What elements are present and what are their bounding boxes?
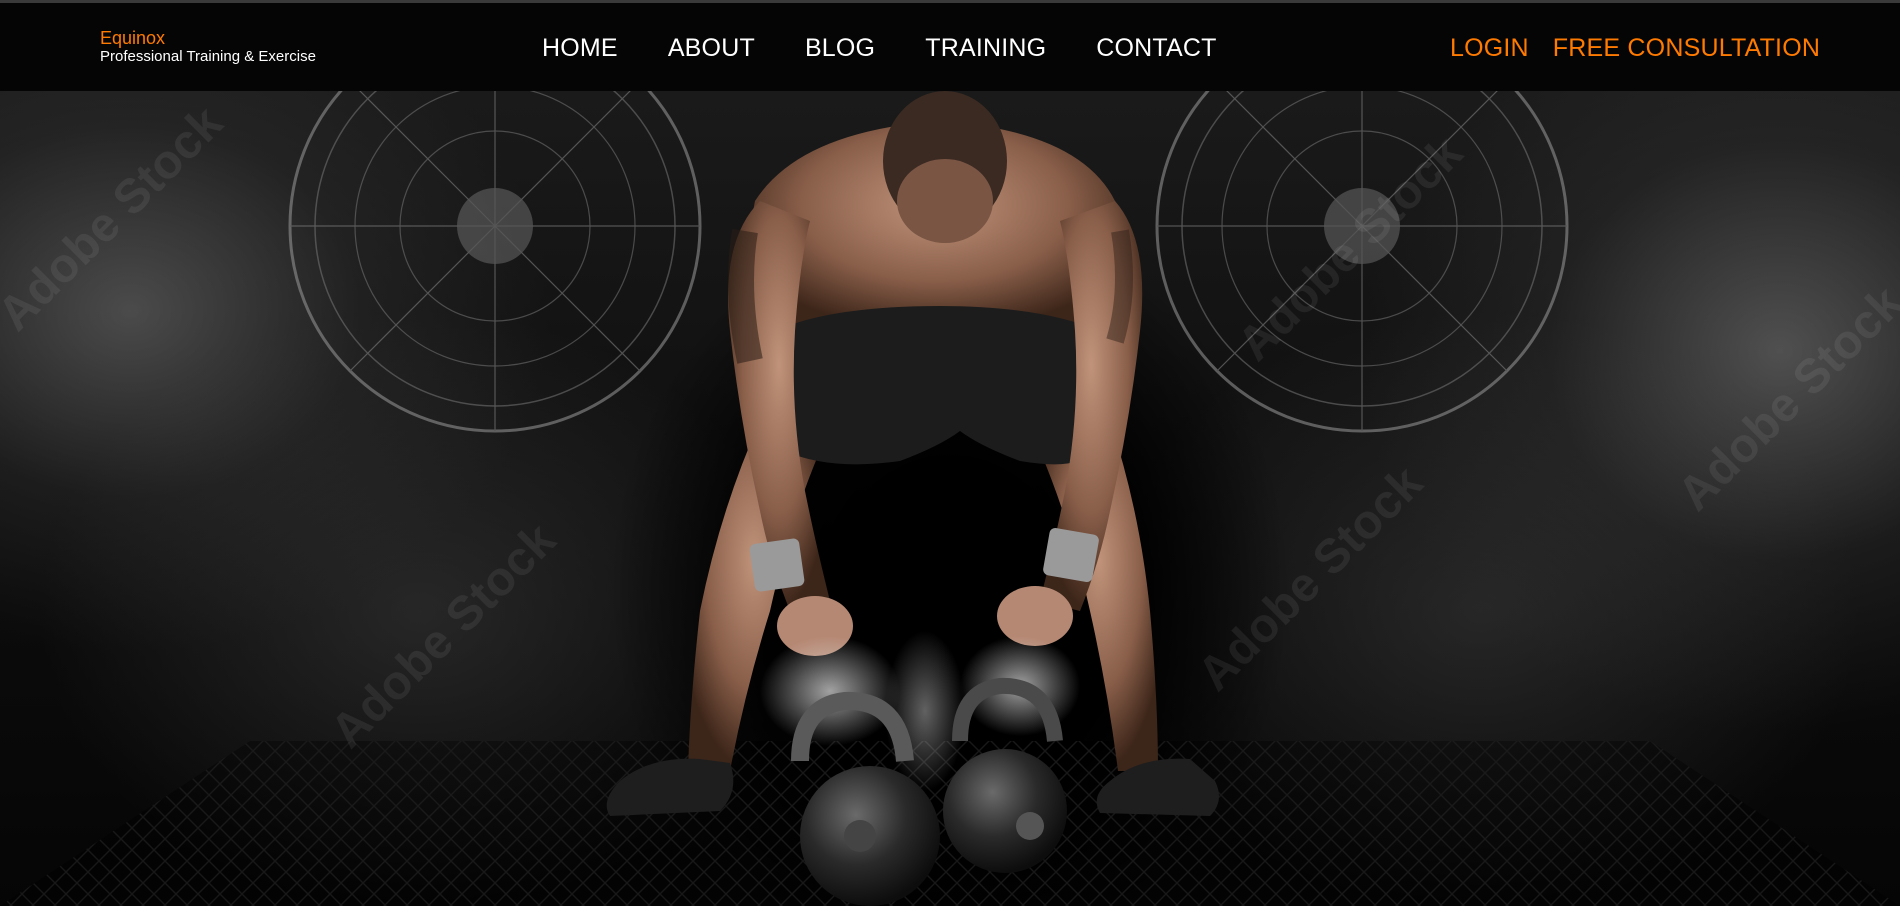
main-nav: HOME ABOUT BLOG TRAINING CONTACT [542, 33, 1267, 63]
nav-link-training[interactable]: TRAINING [925, 33, 1046, 63]
nav-link-about[interactable]: ABOUT [668, 33, 755, 63]
nav-link-contact[interactable]: CONTACT [1096, 33, 1216, 63]
left-fan-icon [288, 91, 702, 433]
svg-text:Adobe Stock: Adobe Stock [1188, 456, 1433, 701]
nav-link-blog[interactable]: BLOG [805, 33, 875, 63]
page: Equinox Professional Training & Exercise… [0, 0, 1900, 906]
svg-text:Adobe Stock: Adobe Stock [1668, 276, 1900, 521]
brand-tagline: Professional Training & Exercise [100, 48, 316, 65]
nav-actions: LOGIN FREE CONSULTATION [1450, 33, 1844, 63]
login-link[interactable]: LOGIN [1450, 33, 1529, 63]
svg-text:Adobe Stock: Adobe Stock [0, 96, 233, 341]
svg-text:Adobe Stock: Adobe Stock [321, 513, 566, 758]
brand[interactable]: Equinox Professional Training & Exercise [100, 28, 316, 66]
nav-link-home[interactable]: HOME [542, 33, 618, 63]
hero-illustration: Adobe Stock Adobe Stock Adobe Stock Adob… [0, 91, 1900, 906]
free-consultation-link[interactable]: FREE CONSULTATION [1553, 33, 1820, 63]
brand-name[interactable]: Equinox [100, 28, 316, 48]
svg-text:Adobe Stock: Adobe Stock [1228, 126, 1473, 371]
hero-image: Adobe Stock Adobe Stock Adobe Stock Adob… [0, 91, 1900, 906]
navbar: Equinox Professional Training & Exercise… [0, 3, 1900, 91]
